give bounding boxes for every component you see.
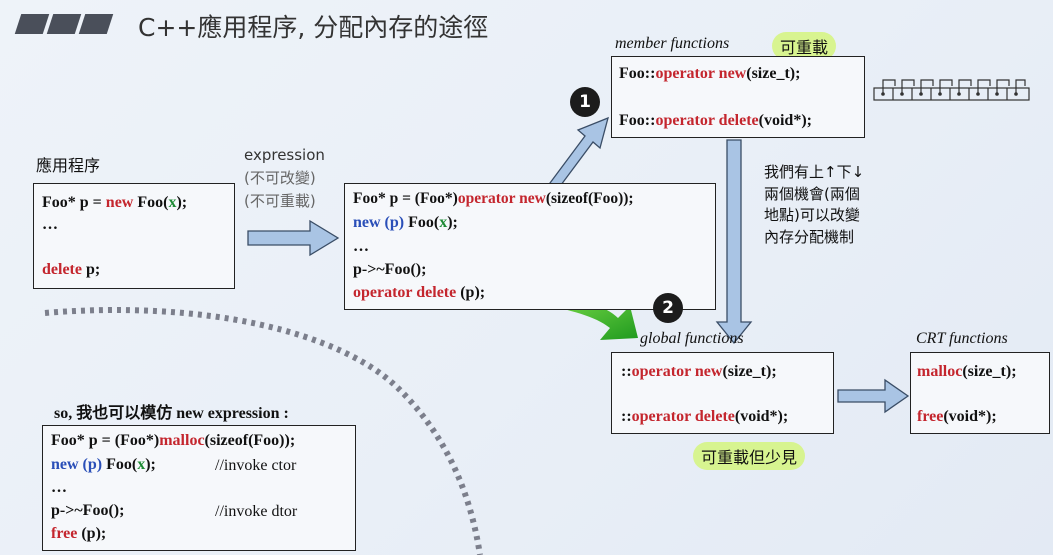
keyword-free: free bbox=[917, 408, 944, 425]
note-line: 兩個機會(兩個 bbox=[764, 184, 860, 203]
code-token: :: bbox=[621, 408, 632, 425]
code-ellipsis: … bbox=[51, 479, 67, 496]
code-token: (void*); bbox=[758, 112, 812, 129]
keyword-operator-new: operator new bbox=[655, 65, 747, 82]
mimic-code-box: Foo* p = (Foo*)malloc(sizeof(Foo)); new … bbox=[42, 425, 356, 551]
code-token: Foo( bbox=[404, 214, 440, 231]
rarely-overloaded-highlight: 可重載但少見 bbox=[693, 442, 806, 470]
note-line: 地點)可以改變 bbox=[764, 206, 860, 224]
code-line: ::operator new(size_t); bbox=[621, 363, 777, 381]
note-line: 我們有上↑下↓ bbox=[764, 163, 865, 181]
keyword-operator-new: operator new bbox=[631, 363, 723, 380]
step-badge-2: 2 bbox=[653, 293, 683, 323]
keyword-operator-delete: operator delete bbox=[655, 112, 759, 129]
crt-functions-heading: CRT functions bbox=[916, 330, 1008, 347]
code-token: Foo* p = bbox=[42, 194, 106, 211]
code-token: ); bbox=[447, 214, 458, 231]
keyword-operator-delete: operator delete bbox=[631, 408, 735, 425]
expression-note: (不可改變) bbox=[244, 169, 316, 187]
code-token: p; bbox=[81, 261, 101, 278]
code-line: delete p; bbox=[42, 261, 100, 279]
keyword-malloc: malloc bbox=[917, 363, 963, 380]
code-line: operator delete (p); bbox=[353, 284, 485, 302]
keyword-new: new bbox=[105, 194, 134, 211]
code-line: free(void*); bbox=[917, 408, 997, 426]
code-token: Foo* p = (Foo*) bbox=[353, 190, 458, 207]
keyword-malloc: malloc bbox=[159, 432, 205, 449]
code-token: (sizeof(Foo)); bbox=[204, 432, 296, 449]
code-token: (void*); bbox=[943, 408, 997, 425]
code-token: (size_t); bbox=[746, 65, 801, 82]
global-functions-heading: global functions bbox=[640, 330, 744, 347]
code-token: :: bbox=[621, 363, 632, 380]
code-token: Foo:: bbox=[619, 112, 656, 129]
code-line: ::operator delete(void*); bbox=[621, 408, 788, 426]
code-line: p->~Foo(); bbox=[353, 261, 427, 278]
code-comment: //invoke dtor bbox=[215, 503, 298, 520]
keyword-operator-new: operator new bbox=[457, 190, 546, 207]
crt-functions-box: malloc(size_t); free(void*); bbox=[910, 352, 1050, 434]
code-token: ); bbox=[176, 194, 188, 211]
placement-new: new (p) bbox=[51, 456, 103, 473]
code-ellipsis: … bbox=[42, 216, 58, 233]
code-line: malloc(size_t); bbox=[917, 363, 1017, 381]
mimic-heading: so, 我也可以模仿 new expression : bbox=[54, 405, 289, 422]
code-token: (p); bbox=[77, 525, 107, 542]
code-line: Foo* p = (Foo*)operator new(sizeof(Foo))… bbox=[353, 190, 634, 208]
code-line: Foo::operator new(size_t); bbox=[619, 65, 800, 83]
step-badge-1: 1 bbox=[570, 87, 600, 117]
code-token: Foo* p = (Foo*) bbox=[51, 432, 160, 449]
expression-note: (不可重載) bbox=[244, 192, 316, 210]
code-line: new (p) Foo(x); bbox=[51, 456, 156, 474]
code-token: (size_t); bbox=[962, 363, 1017, 380]
code-comment: //invoke ctor bbox=[215, 457, 297, 474]
code-line: p->~Foo(); bbox=[51, 502, 125, 519]
global-functions-box: ::operator new(size_t); ::operator delet… bbox=[611, 352, 834, 434]
code-line: new (p) Foo(x); bbox=[353, 214, 458, 232]
member-functions-heading: member functions bbox=[615, 35, 730, 52]
keyword-free: free bbox=[51, 525, 78, 542]
keyword-operator-delete: operator delete bbox=[353, 284, 457, 301]
code-line: Foo::operator delete(void*); bbox=[619, 112, 812, 130]
app-code-box: Foo* p = new Foo(x); … delete p; bbox=[33, 183, 235, 289]
code-token: (size_t); bbox=[722, 363, 777, 380]
code-line: free (p); bbox=[51, 525, 106, 543]
note-line: 內存分配機制 bbox=[764, 227, 855, 246]
code-token: (sizeof(Foo)); bbox=[545, 190, 634, 207]
keyword-delete: delete bbox=[42, 261, 82, 278]
member-functions-box: Foo::operator new(size_t); Foo::operator… bbox=[611, 56, 865, 138]
code-token: (void*); bbox=[734, 408, 789, 425]
code-line: Foo* p = (Foo*)malloc(sizeof(Foo)); bbox=[51, 432, 295, 450]
code-ellipsis: … bbox=[353, 238, 369, 255]
code-line: Foo* p = new Foo(x); bbox=[42, 194, 187, 212]
expansion-code-box: Foo* p = (Foo*)operator new(sizeof(Foo))… bbox=[344, 183, 716, 310]
expression-label: expression bbox=[244, 146, 325, 164]
placement-new: new (p) bbox=[353, 214, 405, 231]
code-token: ); bbox=[145, 456, 156, 473]
code-token: (p); bbox=[456, 284, 486, 301]
code-token: Foo( bbox=[102, 456, 138, 473]
app-label: 應用程序 bbox=[36, 156, 101, 175]
code-token: Foo( bbox=[133, 194, 169, 211]
note-text: 我們有上↑下↓ 兩個機會(兩個 地點)可以改變 內存分配機制 bbox=[764, 162, 864, 248]
code-token: Foo:: bbox=[619, 65, 656, 82]
